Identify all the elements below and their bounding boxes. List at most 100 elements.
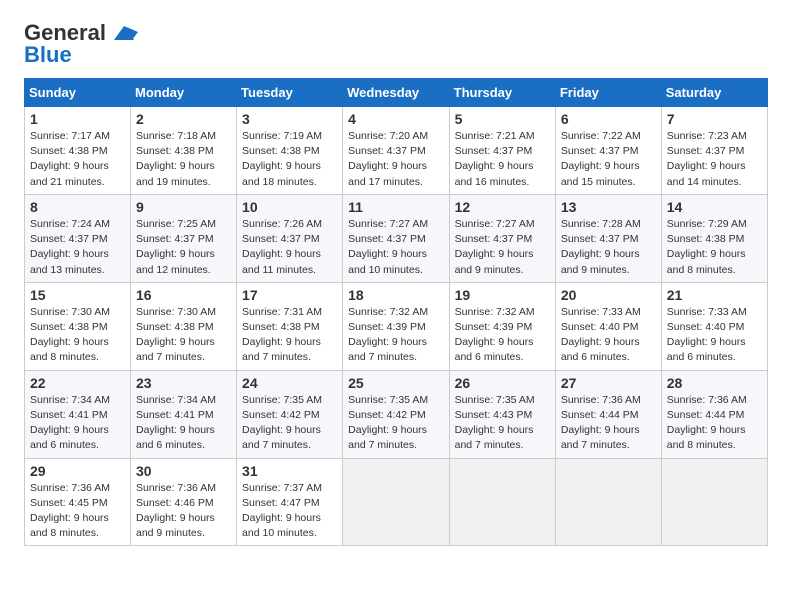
day-number: 5: [455, 111, 550, 127]
calendar-cell: [661, 458, 767, 546]
calendar-cell: 8 Sunrise: 7:24 AMSunset: 4:37 PMDayligh…: [25, 194, 131, 282]
calendar-cell: 10 Sunrise: 7:26 AMSunset: 4:37 PMDaylig…: [237, 194, 343, 282]
calendar-cell: 28 Sunrise: 7:36 AMSunset: 4:44 PMDaylig…: [661, 370, 767, 458]
calendar-cell: 26 Sunrise: 7:35 AMSunset: 4:43 PMDaylig…: [449, 370, 555, 458]
calendar-cell: 22 Sunrise: 7:34 AMSunset: 4:41 PMDaylig…: [25, 370, 131, 458]
calendar-cell: 20 Sunrise: 7:33 AMSunset: 4:40 PMDaylig…: [555, 282, 661, 370]
calendar-cell: [555, 458, 661, 546]
day-info: Sunrise: 7:32 AMSunset: 4:39 PMDaylight:…: [455, 306, 535, 364]
day-number: 22: [30, 375, 125, 391]
day-info: Sunrise: 7:18 AMSunset: 4:38 PMDaylight:…: [136, 130, 216, 188]
day-header-friday: Friday: [555, 79, 661, 107]
day-info: Sunrise: 7:22 AMSunset: 4:37 PMDaylight:…: [561, 130, 641, 188]
calendar-cell: 18 Sunrise: 7:32 AMSunset: 4:39 PMDaylig…: [343, 282, 449, 370]
calendar-week-2: 8 Sunrise: 7:24 AMSunset: 4:37 PMDayligh…: [25, 194, 768, 282]
calendar-cell: 29 Sunrise: 7:36 AMSunset: 4:45 PMDaylig…: [25, 458, 131, 546]
day-number: 21: [667, 287, 762, 303]
day-number: 14: [667, 199, 762, 215]
calendar-cell: 23 Sunrise: 7:34 AMSunset: 4:41 PMDaylig…: [131, 370, 237, 458]
day-info: Sunrise: 7:17 AMSunset: 4:38 PMDaylight:…: [30, 130, 110, 188]
day-info: Sunrise: 7:35 AMSunset: 4:42 PMDaylight:…: [242, 394, 322, 452]
calendar-cell: 3 Sunrise: 7:19 AMSunset: 4:38 PMDayligh…: [237, 107, 343, 195]
day-header-sunday: Sunday: [25, 79, 131, 107]
calendar-cell: 17 Sunrise: 7:31 AMSunset: 4:38 PMDaylig…: [237, 282, 343, 370]
calendar-cell: 5 Sunrise: 7:21 AMSunset: 4:37 PMDayligh…: [449, 107, 555, 195]
day-info: Sunrise: 7:33 AMSunset: 4:40 PMDaylight:…: [561, 306, 641, 364]
day-number: 27: [561, 375, 656, 391]
day-number: 2: [136, 111, 231, 127]
day-info: Sunrise: 7:35 AMSunset: 4:43 PMDaylight:…: [455, 394, 535, 452]
day-info: Sunrise: 7:19 AMSunset: 4:38 PMDaylight:…: [242, 130, 322, 188]
day-number: 3: [242, 111, 337, 127]
calendar-cell: 30 Sunrise: 7:36 AMSunset: 4:46 PMDaylig…: [131, 458, 237, 546]
day-number: 23: [136, 375, 231, 391]
day-number: 31: [242, 463, 337, 479]
day-info: Sunrise: 7:27 AMSunset: 4:37 PMDaylight:…: [455, 218, 535, 276]
day-header-saturday: Saturday: [661, 79, 767, 107]
day-info: Sunrise: 7:25 AMSunset: 4:37 PMDaylight:…: [136, 218, 216, 276]
calendar-week-5: 29 Sunrise: 7:36 AMSunset: 4:45 PMDaylig…: [25, 458, 768, 546]
day-info: Sunrise: 7:21 AMSunset: 4:37 PMDaylight:…: [455, 130, 535, 188]
day-info: Sunrise: 7:26 AMSunset: 4:37 PMDaylight:…: [242, 218, 322, 276]
calendar-cell: 25 Sunrise: 7:35 AMSunset: 4:42 PMDaylig…: [343, 370, 449, 458]
day-info: Sunrise: 7:37 AMSunset: 4:47 PMDaylight:…: [242, 482, 322, 540]
day-info: Sunrise: 7:24 AMSunset: 4:37 PMDaylight:…: [30, 218, 110, 276]
day-number: 10: [242, 199, 337, 215]
calendar-cell: 2 Sunrise: 7:18 AMSunset: 4:38 PMDayligh…: [131, 107, 237, 195]
day-number: 16: [136, 287, 231, 303]
day-number: 15: [30, 287, 125, 303]
calendar-cell: 11 Sunrise: 7:27 AMSunset: 4:37 PMDaylig…: [343, 194, 449, 282]
day-info: Sunrise: 7:36 AMSunset: 4:44 PMDaylight:…: [561, 394, 641, 452]
day-info: Sunrise: 7:35 AMSunset: 4:42 PMDaylight:…: [348, 394, 428, 452]
day-number: 29: [30, 463, 125, 479]
day-number: 12: [455, 199, 550, 215]
calendar-table: SundayMondayTuesdayWednesdayThursdayFrid…: [24, 78, 768, 546]
calendar-week-3: 15 Sunrise: 7:30 AMSunset: 4:38 PMDaylig…: [25, 282, 768, 370]
day-info: Sunrise: 7:30 AMSunset: 4:38 PMDaylight:…: [30, 306, 110, 364]
calendar-cell: [343, 458, 449, 546]
day-number: 19: [455, 287, 550, 303]
logo-blue-text: Blue: [24, 42, 72, 68]
logo-icon: [110, 22, 138, 44]
day-number: 20: [561, 287, 656, 303]
day-info: Sunrise: 7:36 AMSunset: 4:45 PMDaylight:…: [30, 482, 110, 540]
day-number: 6: [561, 111, 656, 127]
calendar-cell: 15 Sunrise: 7:30 AMSunset: 4:38 PMDaylig…: [25, 282, 131, 370]
calendar-cell: 16 Sunrise: 7:30 AMSunset: 4:38 PMDaylig…: [131, 282, 237, 370]
day-number: 17: [242, 287, 337, 303]
calendar-cell: 7 Sunrise: 7:23 AMSunset: 4:37 PMDayligh…: [661, 107, 767, 195]
day-number: 13: [561, 199, 656, 215]
calendar-cell: [449, 458, 555, 546]
calendar-week-1: 1 Sunrise: 7:17 AMSunset: 4:38 PMDayligh…: [25, 107, 768, 195]
calendar-cell: 14 Sunrise: 7:29 AMSunset: 4:38 PMDaylig…: [661, 194, 767, 282]
calendar-header-row: SundayMondayTuesdayWednesdayThursdayFrid…: [25, 79, 768, 107]
day-info: Sunrise: 7:33 AMSunset: 4:40 PMDaylight:…: [667, 306, 747, 364]
calendar-cell: 24 Sunrise: 7:35 AMSunset: 4:42 PMDaylig…: [237, 370, 343, 458]
day-info: Sunrise: 7:34 AMSunset: 4:41 PMDaylight:…: [30, 394, 110, 452]
day-number: 18: [348, 287, 443, 303]
day-info: Sunrise: 7:34 AMSunset: 4:41 PMDaylight:…: [136, 394, 216, 452]
calendar-cell: 31 Sunrise: 7:37 AMSunset: 4:47 PMDaylig…: [237, 458, 343, 546]
day-number: 24: [242, 375, 337, 391]
day-info: Sunrise: 7:29 AMSunset: 4:38 PMDaylight:…: [667, 218, 747, 276]
day-info: Sunrise: 7:23 AMSunset: 4:37 PMDaylight:…: [667, 130, 747, 188]
day-header-monday: Monday: [131, 79, 237, 107]
page-header: General Blue: [24, 20, 768, 68]
calendar-cell: 19 Sunrise: 7:32 AMSunset: 4:39 PMDaylig…: [449, 282, 555, 370]
day-number: 11: [348, 199, 443, 215]
day-number: 4: [348, 111, 443, 127]
calendar-cell: 27 Sunrise: 7:36 AMSunset: 4:44 PMDaylig…: [555, 370, 661, 458]
day-number: 1: [30, 111, 125, 127]
day-number: 28: [667, 375, 762, 391]
day-info: Sunrise: 7:27 AMSunset: 4:37 PMDaylight:…: [348, 218, 428, 276]
day-header-wednesday: Wednesday: [343, 79, 449, 107]
day-number: 8: [30, 199, 125, 215]
day-number: 9: [136, 199, 231, 215]
calendar-cell: 9 Sunrise: 7:25 AMSunset: 4:37 PMDayligh…: [131, 194, 237, 282]
day-number: 26: [455, 375, 550, 391]
day-info: Sunrise: 7:20 AMSunset: 4:37 PMDaylight:…: [348, 130, 428, 188]
calendar-cell: 13 Sunrise: 7:28 AMSunset: 4:37 PMDaylig…: [555, 194, 661, 282]
day-info: Sunrise: 7:28 AMSunset: 4:37 PMDaylight:…: [561, 218, 641, 276]
day-header-thursday: Thursday: [449, 79, 555, 107]
calendar-cell: 12 Sunrise: 7:27 AMSunset: 4:37 PMDaylig…: [449, 194, 555, 282]
